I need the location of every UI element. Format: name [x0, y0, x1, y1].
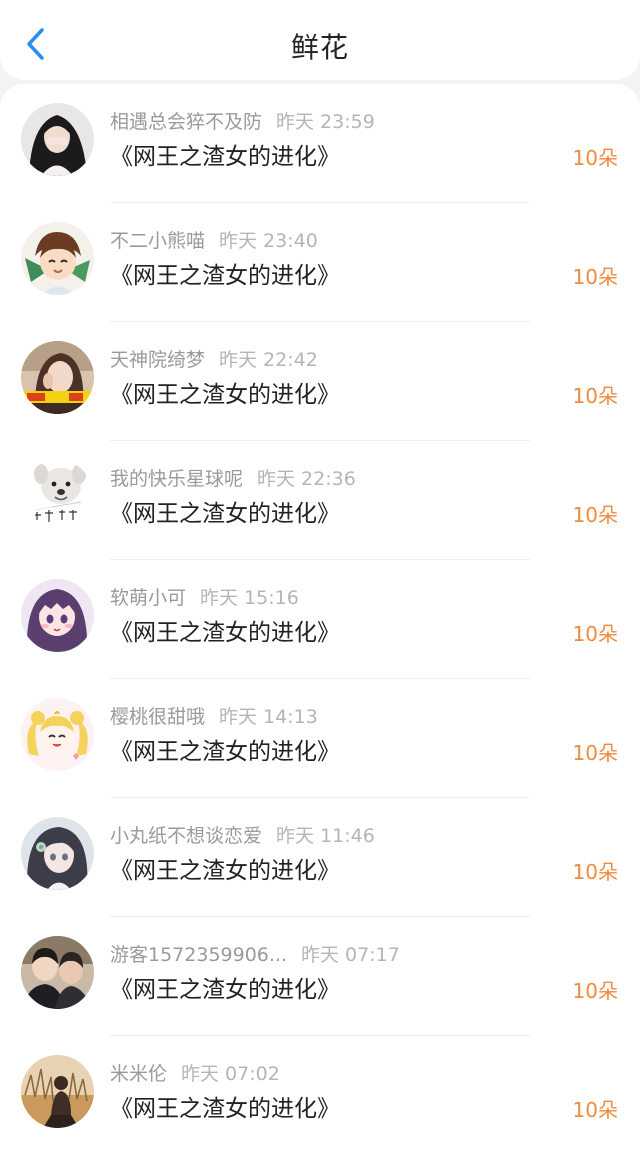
record-meta: 不二小熊喵 昨天 23:40: [110, 229, 318, 253]
timestamp: 昨天 23:40: [219, 230, 318, 252]
book-title: 《网王之渣女的进化》: [110, 739, 340, 765]
timestamp: 昨天 22:42: [219, 349, 318, 371]
user-name: 小丸纸不想谈恋爱: [110, 825, 263, 847]
user-name: 游客1572359906...: [110, 944, 288, 966]
list-item[interactable]: 我的快乐星球呢 昨天 22:36 《网王之渣女的进化》 10朵: [0, 441, 640, 560]
timestamp: 昨天 07:02: [181, 1063, 280, 1085]
user-name: 不二小熊喵: [110, 230, 206, 252]
list-item[interactable]: 相遇总会猝不及防 昨天 23:59 《网王之渣女的进化》 10朵: [0, 84, 640, 203]
timestamp: 昨天 07:17: [301, 944, 400, 966]
book-title: 《网王之渣女的进化》: [110, 263, 340, 289]
list-item[interactable]: 游客1572359906... 昨天 07:17 《网王之渣女的进化》 10朵: [0, 917, 640, 1036]
avatar[interactable]: [21, 817, 94, 890]
record-meta: 游客1572359906... 昨天 07:17: [110, 943, 400, 967]
flower-count: 10朵: [572, 146, 618, 170]
list-item[interactable]: 软萌小可 昨天 15:16 《网王之渣女的进化》 10朵: [0, 560, 640, 679]
list-item[interactable]: 樱桃很甜哦 昨天 14:13 《网王之渣女的进化》 10朵: [0, 679, 640, 798]
list-item[interactable]: 天神院绮梦 昨天 22:42 《网王之渣女的进化》 10朵: [0, 322, 640, 441]
list-item[interactable]: 不二小熊喵 昨天 23:40 《网王之渣女的进化》 10朵: [0, 203, 640, 322]
avatar[interactable]: [21, 698, 94, 771]
flower-count: 10朵: [572, 384, 618, 408]
flower-record-list: 相遇总会猝不及防 昨天 23:59 《网王之渣女的进化》 10朵 不二小熊喵 昨天 …: [0, 84, 640, 1152]
nav-header: 鲜花: [0, 0, 640, 80]
book-title: 《网王之渣女的进化》: [110, 144, 340, 170]
avatar[interactable]: [21, 103, 94, 176]
timestamp: 昨天 22:36: [257, 468, 356, 490]
user-name: 樱桃很甜哦: [110, 706, 206, 728]
timestamp: 昨天 14:13: [219, 706, 318, 728]
avatar[interactable]: [21, 936, 94, 1009]
user-name: 我的快乐星球呢: [110, 468, 244, 490]
user-name: 相遇总会猝不及防: [110, 111, 263, 133]
timestamp: 昨天 15:16: [200, 587, 299, 609]
list-item[interactable]: 米米伦 昨天 07:02 《网王之渣女的进化》 10朵: [0, 1036, 640, 1152]
book-title: 《网王之渣女的进化》: [110, 858, 340, 884]
record-meta: 天神院绮梦 昨天 22:42: [110, 348, 318, 372]
record-meta: 软萌小可 昨天 15:16: [110, 586, 299, 610]
book-title: 《网王之渣女的进化》: [110, 1096, 340, 1122]
book-title: 《网王之渣女的进化》: [110, 620, 340, 646]
book-title: 《网王之渣女的进化》: [110, 501, 340, 527]
flower-count: 10朵: [572, 503, 618, 527]
flower-count: 10朵: [572, 1098, 618, 1122]
flower-count: 10朵: [572, 622, 618, 646]
record-meta: 米米伦 昨天 07:02: [110, 1062, 280, 1086]
avatar[interactable]: [21, 460, 94, 533]
timestamp: 昨天 11:46: [276, 825, 375, 847]
flower-count: 10朵: [572, 265, 618, 289]
flower-count: 10朵: [572, 979, 618, 1003]
book-title: 《网王之渣女的进化》: [110, 977, 340, 1003]
user-name: 米米伦: [110, 1063, 168, 1085]
avatar[interactable]: [21, 1055, 94, 1128]
avatar[interactable]: [21, 579, 94, 652]
flower-count: 10朵: [572, 741, 618, 765]
user-name: 软萌小可: [110, 587, 187, 609]
list-item[interactable]: 小丸纸不想谈恋爱 昨天 11:46 《网王之渣女的进化》 10朵: [0, 798, 640, 917]
record-meta: 小丸纸不想谈恋爱 昨天 11:46: [110, 824, 375, 848]
avatar[interactable]: [21, 222, 94, 295]
record-meta: 樱桃很甜哦 昨天 14:13: [110, 705, 318, 729]
record-meta: 我的快乐星球呢 昨天 22:36: [110, 467, 356, 491]
record-meta: 相遇总会猝不及防 昨天 23:59: [110, 110, 375, 134]
timestamp: 昨天 23:59: [276, 111, 375, 133]
page-title: 鲜花: [290, 31, 349, 64]
flower-count: 10朵: [572, 860, 618, 884]
book-title: 《网王之渣女的进化》: [110, 382, 340, 408]
user-name: 天神院绮梦: [110, 349, 206, 371]
avatar[interactable]: [21, 341, 94, 414]
